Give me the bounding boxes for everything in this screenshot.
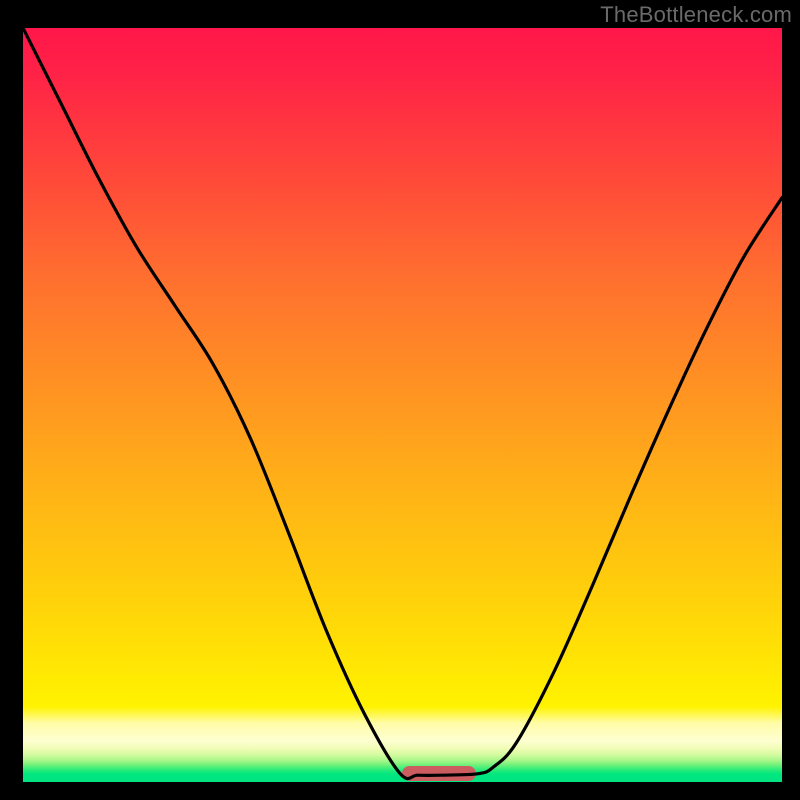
plot-area: [23, 28, 782, 782]
watermark-text: TheBottleneck.com: [600, 2, 792, 28]
chart-frame: TheBottleneck.com: [0, 0, 800, 800]
curve-path: [23, 28, 782, 779]
bottleneck-curve: [23, 28, 782, 782]
